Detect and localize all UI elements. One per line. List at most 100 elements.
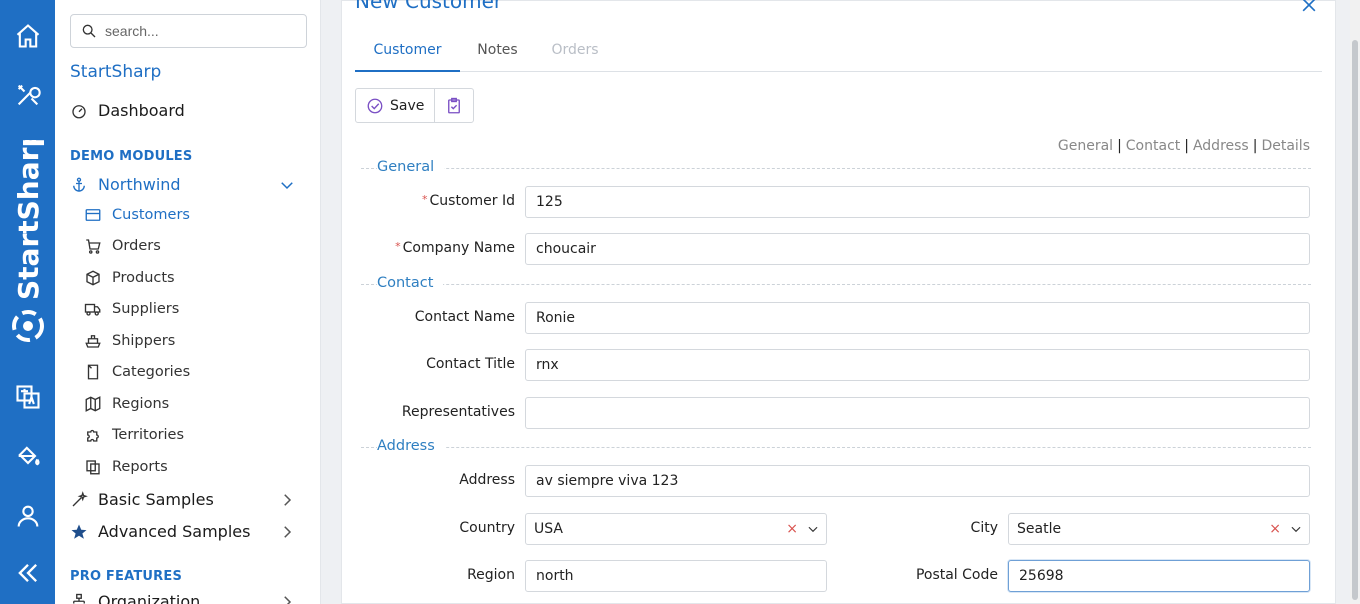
magic-icon: [72, 490, 88, 506]
chevron-right-icon: [284, 525, 292, 538]
sidebar-item-label: Organization: [98, 592, 201, 604]
sidebar-item-customers[interactable]: Customers: [84, 206, 190, 224]
bookmark-icon: [87, 364, 99, 380]
sidebar-item-northwind[interactable]: Northwind: [70, 175, 306, 194]
contact-name-input[interactable]: [525, 302, 1310, 334]
sidebar-item-label: Dashboard: [98, 101, 185, 120]
customer-id-input[interactable]: [525, 186, 1310, 218]
quicklink-address[interactable]: Address: [1193, 138, 1249, 154]
user-icon[interactable]: [12, 500, 43, 531]
quicklink-general[interactable]: General: [1058, 138, 1113, 154]
sidebar-item-label: Regions: [112, 396, 170, 412]
city-select[interactable]: Seatle ×: [1008, 513, 1310, 545]
separator: |: [1252, 138, 1258, 154]
tools-icon[interactable]: [12, 79, 43, 110]
sidebar-item-products[interactable]: Products: [84, 269, 175, 287]
sidebar-item-suppliers[interactable]: Suppliers: [84, 300, 179, 318]
category-quicklinks: General | Contact | Address | Details: [1058, 138, 1310, 154]
ship-icon: [85, 335, 101, 348]
customer-id-label: * Customer Id: [422, 193, 515, 209]
paint-bucket-icon[interactable]: [12, 440, 43, 471]
truck-icon: [84, 303, 101, 316]
contact-title-label: Contact Title: [426, 356, 515, 372]
category-contact: Contact: [361, 275, 1311, 293]
sidebar-title: StartSharp: [70, 62, 162, 82]
search-box[interactable]: [70, 14, 307, 48]
scrollbar-thumb[interactable]: [1352, 40, 1358, 600]
sidebar-item-label: Suppliers: [112, 301, 180, 317]
sidebar-item-label: Advanced Samples: [98, 522, 251, 541]
collapse-icon[interactable]: [12, 557, 43, 588]
chevron-right-icon: [284, 595, 292, 604]
gauge-icon: [72, 104, 86, 118]
sidebar-item-territories[interactable]: Territories: [84, 426, 184, 444]
separator: |: [1117, 138, 1122, 154]
category-title: Contact: [377, 275, 444, 291]
tab-customer[interactable]: Customer: [355, 35, 460, 72]
sidebar-item-label: Products: [112, 270, 175, 286]
chevron-down-icon[interactable]: [806, 522, 820, 536]
sidebar-item-label: Territories: [112, 427, 185, 443]
quicklink-contact[interactable]: Contact: [1126, 138, 1180, 154]
tab-orders: Orders: [551, 42, 599, 58]
clear-icon[interactable]: ×: [786, 521, 798, 537]
sidebar-item-label: Customers: [112, 207, 190, 223]
apply-changes-button[interactable]: [434, 89, 473, 122]
check-circle-icon: [367, 98, 383, 113]
customer-dialog: New Customer Customer Notes Orders Save …: [341, 0, 1336, 604]
sidebar-item-organization[interactable]: Organization: [70, 592, 306, 604]
sidebar-item-reports[interactable]: Reports: [84, 458, 168, 476]
clipboard-check-icon: [448, 97, 461, 113]
sidebar-item-label: Northwind: [98, 175, 181, 194]
region-label: Region: [467, 567, 515, 583]
translate-icon[interactable]: [12, 381, 43, 412]
chevron-down-icon[interactable]: [1289, 522, 1303, 536]
puzzle-icon: [87, 429, 99, 442]
page-scrollbar[interactable]: [1350, 0, 1360, 604]
city-label: City: [970, 520, 998, 536]
contact-title-input[interactable]: [525, 349, 1310, 381]
copy-icon: [86, 460, 100, 475]
cart-icon: [86, 239, 101, 254]
address-label: Address: [459, 472, 515, 488]
representatives-input[interactable]: [525, 397, 1310, 429]
category-address: Address: [361, 438, 1311, 456]
sidebar-item-shippers[interactable]: Shippers: [84, 332, 175, 350]
home-icon[interactable]: [12, 20, 43, 51]
section-pro-features: PRO FEATURES: [70, 569, 183, 584]
address-input[interactable]: [525, 465, 1310, 497]
star-icon: [71, 524, 87, 539]
close-icon[interactable]: [1299, 0, 1319, 15]
sidebar-item-label: Reports: [112, 459, 168, 475]
country-select[interactable]: USA ×: [525, 513, 827, 545]
sidebar-item-categories[interactable]: Categories: [84, 363, 190, 381]
region-input[interactable]: [525, 560, 827, 592]
clear-icon[interactable]: ×: [1269, 521, 1281, 537]
company-name-input[interactable]: [525, 233, 1310, 265]
category-general: General: [361, 159, 1311, 177]
sidebar-item-advanced-samples[interactable]: Advanced Samples: [70, 522, 306, 541]
tab-notes[interactable]: Notes: [460, 35, 535, 72]
dialog-title: New Customer: [355, 0, 503, 13]
category-title: General: [377, 159, 445, 175]
category-title: Address: [377, 438, 445, 454]
sidebar-item-orders[interactable]: Orders: [84, 237, 161, 255]
separator: |: [1184, 138, 1189, 154]
representatives-label: Representatives: [401, 404, 515, 420]
brand-logo: StartSharp: [12, 140, 45, 342]
sidebar-item-regions[interactable]: Regions: [84, 395, 169, 413]
brand-text: StartSharp: [12, 140, 45, 300]
sidebar-item-dashboard[interactable]: Dashboard: [70, 101, 185, 120]
save-button[interactable]: Save: [356, 89, 434, 122]
quicklink-details[interactable]: Details: [1261, 138, 1310, 154]
toolbar: Save: [355, 88, 475, 123]
section-demo-modules: DEMO MODULES: [70, 149, 193, 164]
postal-code-label: Postal Code: [915, 567, 998, 583]
company-name-label: * Company Name: [395, 240, 515, 256]
sidebar-item-label: Orders: [112, 238, 161, 254]
card-icon: [85, 209, 101, 221]
postal-code-input[interactable]: [1008, 560, 1310, 592]
search-input[interactable]: [105, 23, 295, 39]
sidebar-item-basic-samples[interactable]: Basic Samples: [70, 490, 306, 509]
sidebar: StartSharp Dashboard DEMO MODULES Northw…: [55, 0, 321, 604]
